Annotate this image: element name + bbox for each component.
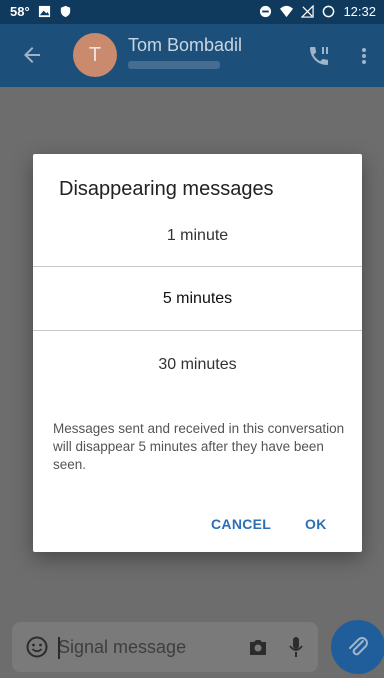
more-vert-icon[interactable] bbox=[358, 44, 370, 68]
camera-icon[interactable] bbox=[247, 636, 269, 658]
mic-icon[interactable] bbox=[288, 635, 304, 659]
divider bbox=[33, 266, 362, 267]
compose-bar: Signal message bbox=[12, 622, 318, 672]
battery-icon bbox=[323, 5, 335, 18]
conversation-header: T Tom Bombadil bbox=[0, 24, 384, 87]
disappearing-messages-dialog: Disappearing messages 1 minute 5 minutes… bbox=[33, 154, 362, 552]
wifi-icon bbox=[280, 5, 294, 18]
emoji-icon[interactable] bbox=[26, 636, 48, 658]
signal-icon bbox=[301, 5, 315, 18]
dialog-title: Disappearing messages bbox=[59, 178, 274, 200]
divider bbox=[33, 330, 362, 331]
message-input[interactable]: Signal message bbox=[58, 637, 186, 658]
contact-subtitle-redacted bbox=[128, 61, 220, 69]
shield-icon bbox=[60, 5, 70, 18]
back-arrow-icon[interactable] bbox=[20, 43, 44, 67]
option-1-minute[interactable]: 1 minute bbox=[33, 227, 362, 245]
temperature: 58° bbox=[10, 4, 30, 19]
ok-button[interactable]: OK bbox=[305, 516, 327, 532]
dialog-description: Messages sent and received in this conve… bbox=[53, 421, 345, 472]
avatar[interactable]: T bbox=[73, 33, 117, 77]
clock: 12:32 bbox=[343, 4, 376, 19]
option-30-minutes[interactable]: 30 minutes bbox=[33, 356, 362, 374]
attach-button[interactable] bbox=[331, 620, 384, 674]
option-5-minutes[interactable]: 5 minutes bbox=[33, 290, 362, 308]
contact-name[interactable]: Tom Bombadil bbox=[128, 35, 242, 56]
cancel-button[interactable]: CANCEL bbox=[211, 516, 271, 532]
text-cursor bbox=[58, 637, 60, 659]
image-notification-icon bbox=[38, 5, 50, 18]
dnd-icon bbox=[260, 5, 272, 18]
status-bar: 58° 12:32 bbox=[0, 0, 384, 24]
call-icon[interactable] bbox=[307, 44, 331, 68]
attach-icon bbox=[349, 637, 368, 656]
